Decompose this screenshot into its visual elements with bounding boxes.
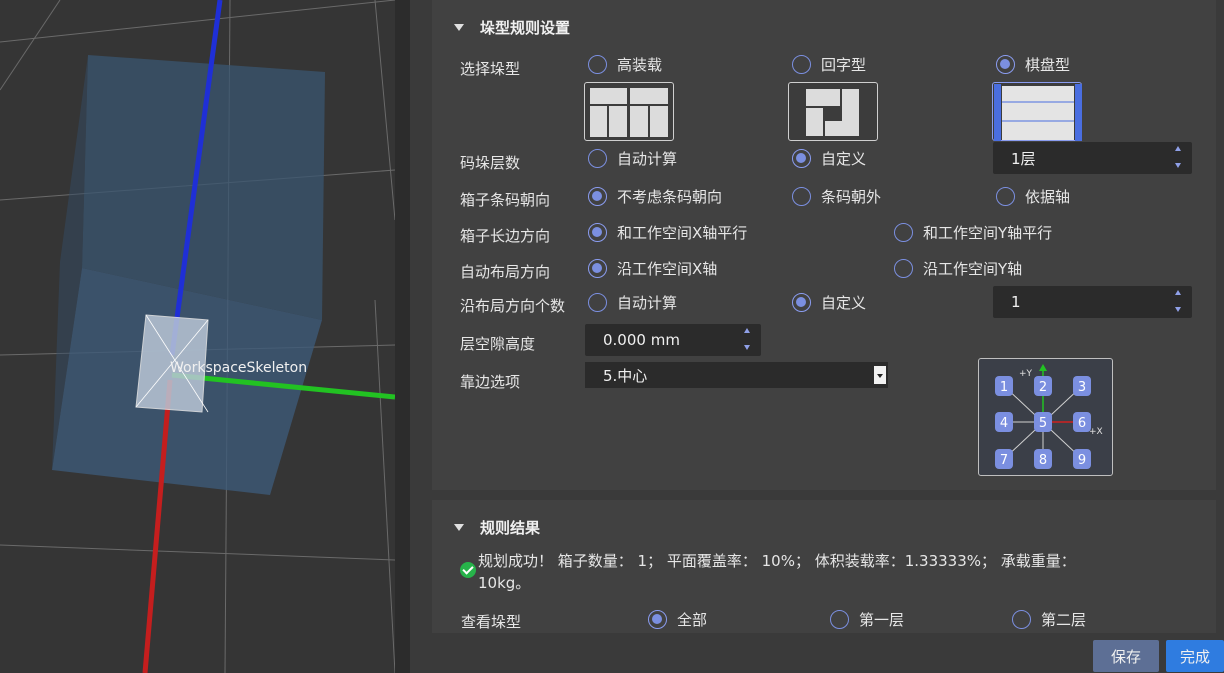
spin-arrows-icon[interactable]	[1174, 146, 1184, 170]
svg-text:1: 1	[1000, 380, 1008, 395]
svg-text:8: 8	[1039, 453, 1047, 468]
rule-section-title: 垛型规则设置	[480, 18, 571, 37]
radio-icon	[588, 55, 607, 74]
alignment-cell-8[interactable]: 8	[1034, 449, 1052, 469]
result-section-header[interactable]: 规则结果	[454, 517, 540, 537]
barcode-option-ignore[interactable]: 不考虑条码朝向	[588, 186, 722, 207]
layout-dir-option-y[interactable]: 沿工作空间Y轴	[894, 258, 1022, 279]
barcode-option-by-axis[interactable]: 依据轴	[996, 186, 1070, 207]
layout-dir-label: 自动布局方向	[460, 263, 551, 281]
count-option-auto[interactable]: 自动计算	[588, 292, 677, 313]
alignment-cell-1[interactable]: 1	[995, 376, 1013, 396]
svg-text:9: 9	[1078, 453, 1086, 468]
result-section: 规则结果 规划成功！ 箱子数量： 1； 平面覆盖率： 10%； 体积装载率：1.…	[432, 500, 1216, 633]
alignment-cell-5[interactable]: 5	[1034, 412, 1052, 432]
svg-text:2: 2	[1039, 380, 1047, 395]
gap-spinbox[interactable]: 0.000 mm	[585, 324, 761, 356]
long-side-option-y[interactable]: 和工作空间Y轴平行	[894, 222, 1052, 243]
svg-text:+X: +X	[1089, 427, 1103, 437]
alignment-cell-7[interactable]: 7	[995, 449, 1013, 469]
3d-viewport[interactable]: WorkspaceSkeleton	[0, 0, 395, 673]
result-section-title: 规则结果	[480, 518, 541, 537]
gap-label: 层空隙高度	[460, 335, 536, 353]
radio-checked-icon	[792, 293, 811, 312]
radio-icon	[792, 187, 811, 206]
radio-icon	[996, 187, 1015, 206]
pattern-option-checkerboard[interactable]: 棋盘型	[996, 54, 1070, 75]
collapse-caret-icon	[454, 523, 464, 531]
layers-option-custom[interactable]: 自定义	[792, 148, 866, 169]
panel-splitter[interactable]	[395, 0, 410, 673]
radio-checked-icon	[996, 55, 1015, 74]
pattern-option-high-load[interactable]: 高装载	[588, 54, 662, 75]
alignment-cell-4[interactable]: 4	[995, 412, 1013, 432]
long-side-label: 箱子长边方向	[460, 227, 551, 245]
radio-icon	[588, 149, 607, 168]
radio-checked-icon	[588, 259, 607, 278]
pattern-option-hui[interactable]: 回字型	[792, 54, 866, 75]
layers-spinbox[interactable]: 1层	[993, 142, 1192, 174]
radio-checked-icon	[588, 223, 607, 242]
edge-select[interactable]: 5.中心	[585, 362, 888, 388]
settings-panel: 垛型规则设置 选择垛型 高装载 回字型 棋盘型 码垛层数 自动计算 自定义 1层…	[410, 0, 1224, 673]
barcode-option-outward[interactable]: 条码朝外	[792, 186, 881, 207]
svg-text:5: 5	[1039, 416, 1047, 431]
svg-text:4: 4	[1000, 416, 1008, 431]
radio-icon	[830, 610, 849, 629]
viewport-scene	[0, 0, 395, 673]
barcode-label: 箱子条码朝向	[460, 191, 551, 209]
view-label: 查看垛型	[461, 613, 522, 631]
edge-label: 靠边选项	[460, 373, 521, 391]
checkerboard-pattern-thumbnail[interactable]	[992, 82, 1082, 141]
pattern-label: 选择垛型	[460, 60, 521, 78]
view-option-layer2[interactable]: 第二层	[1012, 609, 1086, 630]
radio-icon	[1012, 610, 1031, 629]
dropdown-arrow-icon	[874, 366, 886, 384]
radio-checked-icon	[588, 187, 607, 206]
radio-icon	[792, 55, 811, 74]
layers-option-auto[interactable]: 自动计算	[588, 148, 677, 169]
collapse-caret-icon	[454, 23, 464, 31]
svg-text:7: 7	[1000, 453, 1008, 468]
hui-pattern-thumbnail[interactable]	[788, 82, 878, 141]
svg-text:+Y: +Y	[1019, 369, 1033, 379]
result-message: 规划成功！ 箱子数量： 1； 平面覆盖率： 10%； 体积装载率：1.33333…	[460, 550, 1076, 594]
long-side-option-x[interactable]: 和工作空间X轴平行	[588, 222, 747, 243]
workspace-skeleton-label: WorkspaceSkeleton	[170, 360, 308, 376]
view-option-all[interactable]: 全部	[648, 609, 707, 630]
spin-arrows-icon[interactable]	[1174, 290, 1184, 314]
alignment-grid[interactable]: +Y +X 1 4 7 2 5 8 3 6 9	[978, 358, 1113, 476]
count-spinbox[interactable]: 1	[993, 286, 1192, 318]
rule-section-header[interactable]: 垛型规则设置	[454, 17, 570, 37]
high-load-pattern-thumbnail[interactable]	[584, 82, 674, 141]
radio-icon	[894, 223, 913, 242]
svg-text:6: 6	[1078, 416, 1086, 431]
alignment-cell-9[interactable]: 9	[1073, 449, 1091, 469]
svg-text:3: 3	[1078, 380, 1086, 395]
alignment-cell-2[interactable]: 2	[1034, 376, 1052, 396]
radio-icon	[588, 293, 607, 312]
radio-icon	[894, 259, 913, 278]
radio-checked-icon	[648, 610, 667, 629]
success-check-icon	[460, 562, 476, 578]
count-option-custom[interactable]: 自定义	[792, 292, 866, 313]
done-button[interactable]: 完成	[1166, 640, 1224, 672]
pallet-rule-section: 垛型规则设置 选择垛型 高装载 回字型 棋盘型 码垛层数 自动计算 自定义 1层…	[432, 0, 1216, 490]
view-option-layer1[interactable]: 第一层	[830, 609, 904, 630]
layout-dir-option-x[interactable]: 沿工作空间X轴	[588, 258, 717, 279]
layers-label: 码垛层数	[460, 154, 521, 172]
save-button[interactable]: 保存	[1093, 640, 1159, 672]
alignment-cell-6[interactable]: 6	[1073, 412, 1091, 432]
count-label: 沿布局方向个数	[460, 297, 566, 315]
alignment-cell-3[interactable]: 3	[1073, 376, 1091, 396]
radio-checked-icon	[792, 149, 811, 168]
spin-arrows-icon[interactable]	[743, 328, 753, 352]
